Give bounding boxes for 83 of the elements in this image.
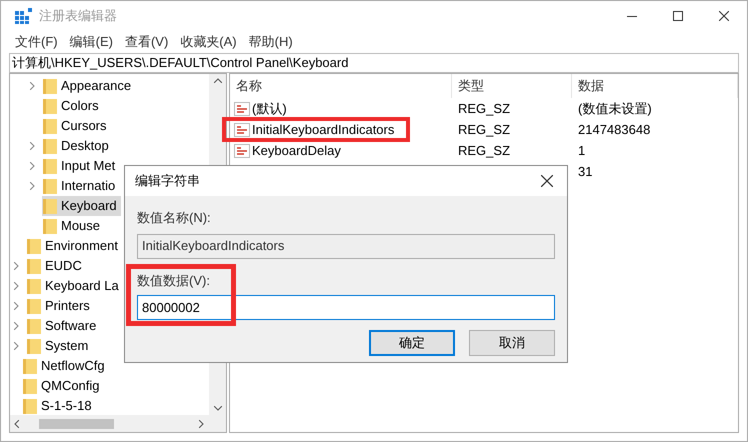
value-name[interactable]: InitialKeyboardIndicators <box>252 120 394 140</box>
tree-item[interactable]: Cursors <box>42 116 111 136</box>
expand-caret-icon[interactable] <box>30 82 35 90</box>
table-cell: (数值未设置) <box>578 100 652 116</box>
column-header[interactable]: 类型 <box>452 74 572 98</box>
string-value-icon <box>234 122 250 136</box>
expand-caret-icon[interactable] <box>14 262 19 270</box>
tree-item[interactable]: Mouse <box>42 216 104 236</box>
table-cell: 31 <box>578 164 592 179</box>
tree-item[interactable]: Keyboard <box>42 196 121 216</box>
menu-item[interactable]: 查看(V) <box>124 32 168 52</box>
value-name[interactable]: KeyboardDelay <box>252 140 341 160</box>
folder-icon <box>27 238 41 254</box>
tree-item[interactable]: S-1-5-18 <box>22 396 96 415</box>
window-title: 注册表编辑器 <box>39 7 117 26</box>
menu-item[interactable]: 帮助(H) <box>248 32 293 52</box>
menu-item[interactable]: 文件(F) <box>15 32 58 52</box>
folder-icon <box>27 318 41 334</box>
column-header[interactable]: 数据 <box>572 74 738 98</box>
value-name[interactable]: (默认) <box>252 98 287 118</box>
folder-icon <box>43 198 57 214</box>
column-header[interactable]: 名称 <box>230 74 452 98</box>
close-icon <box>719 11 729 21</box>
tree-item[interactable]: Desktop <box>42 136 113 156</box>
expand-caret-icon[interactable] <box>14 322 19 330</box>
scroll-up-icon <box>214 78 222 83</box>
string-value-icon <box>234 102 250 116</box>
table-cell: REG_SZ <box>458 142 510 158</box>
close-icon <box>541 175 553 187</box>
tree-item[interactable]: Printers <box>26 296 94 316</box>
scroll-thumb[interactable] <box>39 418 114 428</box>
expand-caret-icon[interactable] <box>30 142 35 150</box>
value-data-field[interactable]: 80000002 <box>137 295 555 320</box>
folder-icon <box>43 218 57 234</box>
tree-item[interactable]: Environment <box>26 236 122 256</box>
close-button[interactable] <box>539 173 555 189</box>
tree-item[interactable]: Colors <box>42 96 103 116</box>
expand-caret-icon[interactable] <box>30 182 35 190</box>
tree-item[interactable]: NetflowCfg <box>22 356 109 376</box>
table-cell: 2147483648 <box>578 122 650 137</box>
expand-caret-icon[interactable] <box>14 342 19 350</box>
folder-icon <box>43 138 57 154</box>
folder-icon <box>27 258 41 274</box>
folder-icon <box>43 178 57 194</box>
tree-item[interactable]: Software <box>26 316 100 336</box>
folder-icon <box>23 358 37 374</box>
cancel-button[interactable]: 取消 <box>469 330 555 356</box>
folder-icon <box>43 98 57 114</box>
tree-item[interactable]: System <box>26 336 92 356</box>
folder-icon <box>23 378 37 394</box>
tree-item[interactable]: Keyboard La <box>26 276 123 296</box>
folder-icon <box>27 278 41 294</box>
maximize-icon <box>673 11 683 21</box>
menu-item[interactable]: 编辑(E) <box>70 32 113 52</box>
expand-caret-icon[interactable] <box>14 302 19 310</box>
scroll-right-icon <box>199 420 204 428</box>
tree-item[interactable]: EUDC <box>26 256 86 276</box>
tree-item[interactable]: Internatio <box>42 176 120 196</box>
tree-item[interactable]: Input Met <box>42 156 120 176</box>
folder-icon <box>23 398 37 414</box>
value-name-field[interactable]: InitialKeyboardIndicators <box>137 234 555 258</box>
table-cell: REG_SZ <box>458 122 510 137</box>
tree-item[interactable]: Appearance <box>42 76 136 96</box>
registry-app-icon <box>15 8 33 24</box>
ok-button[interactable]: 确定 <box>369 330 455 356</box>
field-label: 数值数据(V): <box>137 272 211 290</box>
field-label: 数值名称(N): <box>137 209 212 227</box>
scroll-down-icon <box>214 406 222 411</box>
expand-caret-icon[interactable] <box>30 162 35 170</box>
folder-icon <box>27 298 41 314</box>
string-value-icon <box>234 144 250 158</box>
expand-caret-icon[interactable] <box>14 282 19 290</box>
scroll-left-icon <box>14 420 19 428</box>
folder-icon <box>43 118 57 134</box>
horizontal-scrollbar[interactable] <box>10 415 226 432</box>
table-cell: REG_SZ <box>458 100 510 116</box>
folder-icon <box>43 78 57 94</box>
dialog-title: 编辑字符串 <box>135 172 200 190</box>
folder-icon <box>27 338 41 354</box>
table-cell: 1 <box>578 142 586 158</box>
tree-item[interactable]: QMConfig <box>22 376 104 396</box>
folder-icon <box>43 158 57 174</box>
menu-item[interactable]: 收藏夹(A) <box>180 32 237 52</box>
